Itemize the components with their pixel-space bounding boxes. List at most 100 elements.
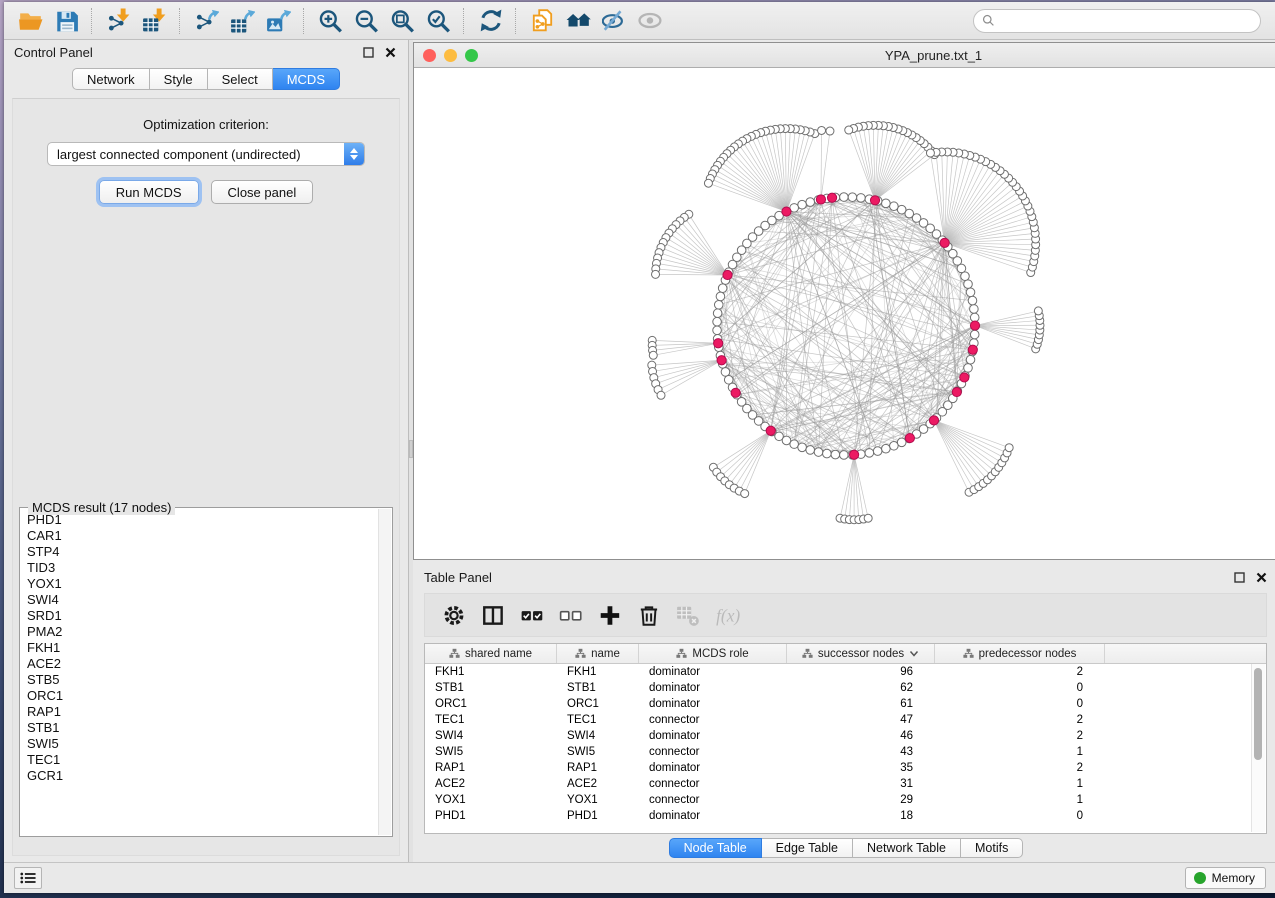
search-box[interactable] — [973, 9, 1261, 33]
table-row[interactable]: SWI4SWI4dominator462 — [425, 728, 1266, 744]
run-mcds-button[interactable]: Run MCDS — [99, 180, 199, 204]
column-header-predecessor-nodes[interactable]: predecessor nodes — [935, 644, 1105, 663]
tab-select[interactable]: Select — [208, 68, 273, 90]
minimize-window-icon[interactable] — [444, 49, 457, 62]
mcds-node-item[interactable]: TEC1 — [27, 752, 379, 768]
scrollbar-thumb[interactable] — [1254, 668, 1262, 760]
save-icon — [54, 8, 79, 33]
table-row[interactable]: STB1STB1dominator620 — [425, 680, 1266, 696]
mcds-node-item[interactable]: STP4 — [27, 544, 379, 560]
network-window: YPA_prune.txt_1 — [413, 42, 1275, 560]
first-neighbors-button[interactable] — [561, 6, 595, 36]
select-all-rows-button[interactable] — [514, 600, 551, 630]
table-row[interactable]: RAP1RAP1dominator352 — [425, 760, 1266, 776]
table-row[interactable]: TEC1TEC1connector472 — [425, 712, 1266, 728]
table-tab-motifs[interactable]: Motifs — [961, 838, 1023, 858]
zoom-fit-button[interactable] — [385, 6, 419, 36]
memory-button[interactable]: Memory — [1185, 867, 1266, 889]
table-cell: 0 — [935, 682, 1105, 694]
save-button[interactable] — [49, 6, 83, 36]
attribute-type-icon — [676, 648, 687, 659]
mcds-node-item[interactable]: ACE2 — [27, 656, 379, 672]
table-cell: SWI5 — [425, 746, 557, 758]
table-row[interactable]: YOX1YOX1connector291 — [425, 792, 1266, 808]
mcds-node-item[interactable]: PHD1 — [27, 512, 379, 528]
zoom-selected-button[interactable] — [421, 6, 455, 36]
table-cell: PHD1 — [425, 810, 557, 822]
table-row[interactable]: SWI5SWI5connector431 — [425, 744, 1266, 760]
tab-style[interactable]: Style — [150, 68, 208, 90]
mcds-node-item[interactable]: ORC1 — [27, 688, 379, 704]
table-cell: 61 — [787, 698, 935, 710]
optimization-criterion-label: Optimization criterion: — [13, 117, 399, 132]
mcds-tab-content: Optimization criterion: largest connecte… — [12, 98, 400, 856]
export-image-button[interactable] — [261, 6, 295, 36]
criterion-dropdown[interactable]: largest connected component (undirected) — [47, 142, 365, 166]
table-cell: FKH1 — [425, 666, 557, 678]
mcds-node-item[interactable]: SWI4 — [27, 592, 379, 608]
show-panel-list-button[interactable] — [14, 867, 42, 889]
delete-column-button[interactable] — [631, 600, 668, 630]
tab-mcds[interactable]: MCDS — [273, 68, 340, 90]
export-table-button[interactable] — [225, 6, 259, 36]
table-tab-edge-table[interactable]: Edge Table — [762, 838, 853, 858]
mcds-node-item[interactable]: STB1 — [27, 720, 379, 736]
zoom-out-button[interactable] — [349, 6, 383, 36]
memory-status-icon — [1194, 872, 1206, 884]
mcds-result-list[interactable]: PHD1CAR1STP4TID3YOX1SWI4SRD1PMA2FKH1ACE2… — [20, 512, 379, 836]
show-columns-button[interactable] — [475, 600, 512, 630]
table-scrollbar[interactable] — [1251, 664, 1265, 832]
table-row[interactable]: ORC1ORC1dominator610 — [425, 696, 1266, 712]
import-table-icon — [142, 8, 167, 33]
duplicate-network-icon — [530, 8, 555, 33]
zoom-in-button[interactable] — [313, 6, 347, 36]
add-column-button[interactable] — [592, 600, 629, 630]
table-cell: SWI5 — [557, 746, 639, 758]
float-table-panel-button[interactable] — [1231, 569, 1247, 585]
float-panel-button[interactable] — [360, 44, 376, 60]
table-cell: 43 — [787, 746, 935, 758]
hide-selected-button[interactable] — [597, 6, 631, 36]
table-row[interactable]: PHD1PHD1dominator180 — [425, 808, 1266, 824]
column-header-successor-nodes[interactable]: successor nodes — [787, 644, 935, 663]
network-canvas[interactable] — [414, 68, 1275, 560]
tab-network[interactable]: Network — [72, 68, 150, 90]
table-tab-node-table[interactable]: Node Table — [669, 838, 762, 858]
deselect-all-rows-button[interactable] — [553, 600, 590, 630]
mcds-node-item[interactable]: CAR1 — [27, 528, 379, 544]
import-table-button[interactable] — [137, 6, 171, 36]
mcds-node-item[interactable]: STB5 — [27, 672, 379, 688]
mcds-node-item[interactable]: FKH1 — [27, 640, 379, 656]
column-header-MCDS-role[interactable]: MCDS role — [639, 644, 787, 663]
close-panel-button[interactable] — [382, 44, 398, 60]
table-tab-network-table[interactable]: Network Table — [853, 838, 961, 858]
table-cell: connector — [639, 714, 787, 726]
import-network-icon — [106, 8, 131, 33]
mcds-node-item[interactable]: SRD1 — [27, 608, 379, 624]
mcds-node-item[interactable]: TID3 — [27, 560, 379, 576]
mcds-node-item[interactable]: GCR1 — [27, 768, 379, 784]
close-table-panel-button[interactable] — [1253, 569, 1269, 585]
mcds-node-item[interactable]: SWI5 — [27, 736, 379, 752]
mcds-node-item[interactable]: YOX1 — [27, 576, 379, 592]
mcds-list-scrollbar[interactable] — [378, 509, 391, 835]
open-button[interactable] — [13, 6, 47, 36]
export-network-button[interactable] — [189, 6, 223, 36]
close-panel-pushbutton[interactable]: Close panel — [211, 180, 314, 204]
column-header-shared-name[interactable]: shared name — [425, 644, 557, 663]
close-window-icon[interactable] — [423, 49, 436, 62]
search-input[interactable] — [1000, 13, 1252, 29]
network-window-titlebar[interactable]: YPA_prune.txt_1 — [414, 43, 1275, 68]
duplicate-network-button[interactable] — [525, 6, 559, 36]
table-row[interactable]: FKH1FKH1dominator962 — [425, 664, 1266, 680]
import-network-button[interactable] — [101, 6, 135, 36]
mcds-node-item[interactable]: RAP1 — [27, 704, 379, 720]
refresh-button[interactable] — [473, 6, 507, 36]
mcds-node-item[interactable]: PMA2 — [27, 624, 379, 640]
column-header-name[interactable]: name — [557, 644, 639, 663]
table-settings-button[interactable] — [436, 600, 473, 630]
table-row[interactable]: ACE2ACE2connector311 — [425, 776, 1266, 792]
maximize-window-icon[interactable] — [465, 49, 478, 62]
select-all-rows-icon — [520, 603, 545, 628]
hide-selected-icon — [602, 8, 627, 33]
